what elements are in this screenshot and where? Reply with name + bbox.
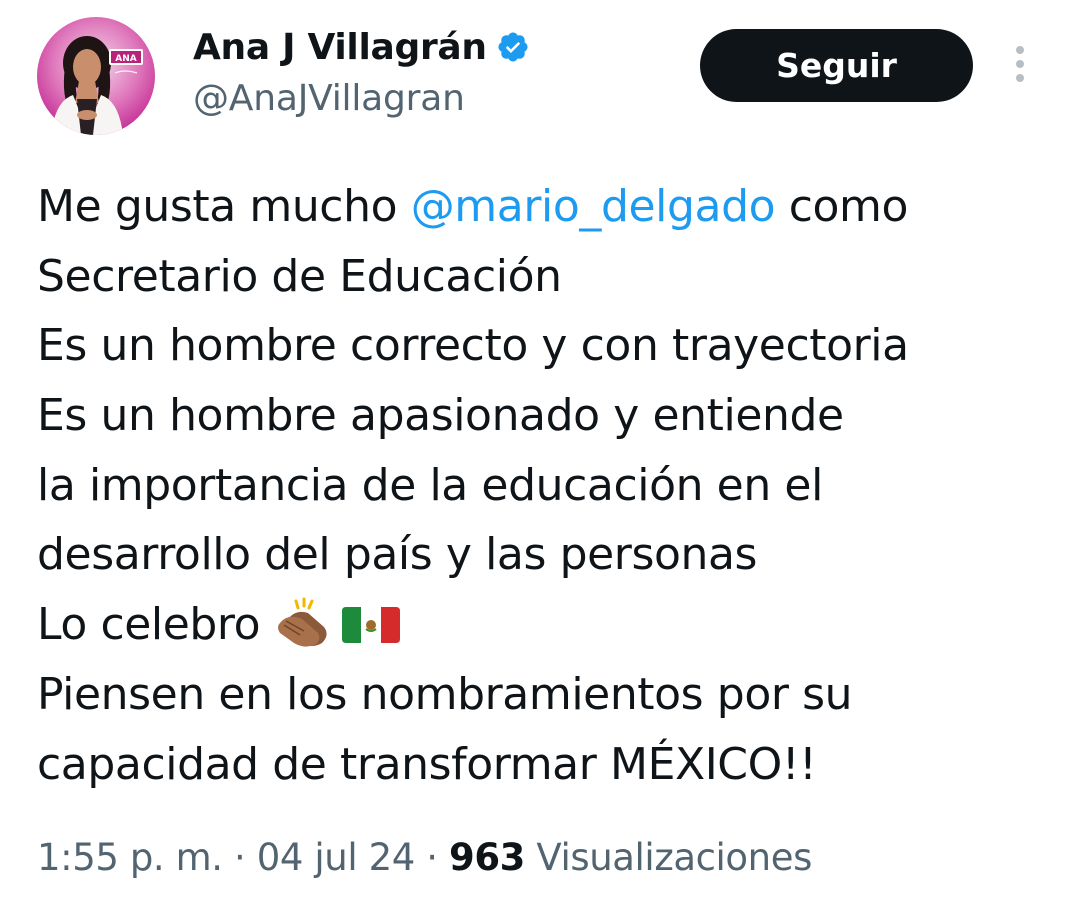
avatar-badge-text: ANA [115,54,136,64]
mexico-flag-icon [340,598,402,668]
author-display-name[interactable]: Ana J Villagrán [193,27,487,68]
tweet-line-text: Me gusta mucho [37,181,411,232]
tweet-line: la importancia de la educación en el [37,459,823,511]
tweet-line: Me gusta mucho @mario_delgado como [37,172,1057,242]
tweet-line: Piensen en los nombramientos por su [37,668,853,720]
author-name-row: Ana J Villagrán [193,24,530,70]
avatar-image: ANA [51,36,143,135]
tweet-line-text: Lo celebro [37,599,274,651]
tweet-line: Lo celebro [37,590,1057,660]
follow-button[interactable]: Seguir [700,29,973,102]
tweet-line: Secretario de Educación [37,250,562,302]
tweet-date[interactable]: 04 jul 24 [257,836,416,879]
author-handle[interactable]: @AnaJVillagran [193,78,465,119]
tweet-line: desarrollo del país y las personas [37,529,758,581]
tweet-text: Me gusta mucho @mario_delgado como Secre… [37,172,1057,799]
clapping-hands-icon [274,597,340,668]
tweet-line-text: como [775,181,909,232]
tweet-line: capacidad de transformar MÉXICO!! [37,738,817,790]
tweet-meta: 1:55 p. m. · 04 jul 24 · 963 Visualizaci… [37,836,812,879]
avatar[interactable]: ANA [37,17,155,135]
tweet-card: ANA Ana J Villagrán @AnaJVillagran Segui… [0,0,1080,923]
tweet-line: Es un hombre apasionado y entiende [37,390,844,442]
views-label: Visualizaciones [525,836,812,879]
more-options-icon[interactable] [1005,42,1035,90]
tweet-time[interactable]: 1:55 p. m. [37,836,223,879]
verified-badge-icon[interactable] [496,30,530,64]
views-count: 963 [448,836,526,879]
mention-link[interactable]: @mario_delgado [411,181,776,232]
tweet-line: Es un hombre correcto y con trayectoria [37,320,909,372]
meta-separator: · [222,836,257,879]
meta-separator: · [414,836,449,879]
